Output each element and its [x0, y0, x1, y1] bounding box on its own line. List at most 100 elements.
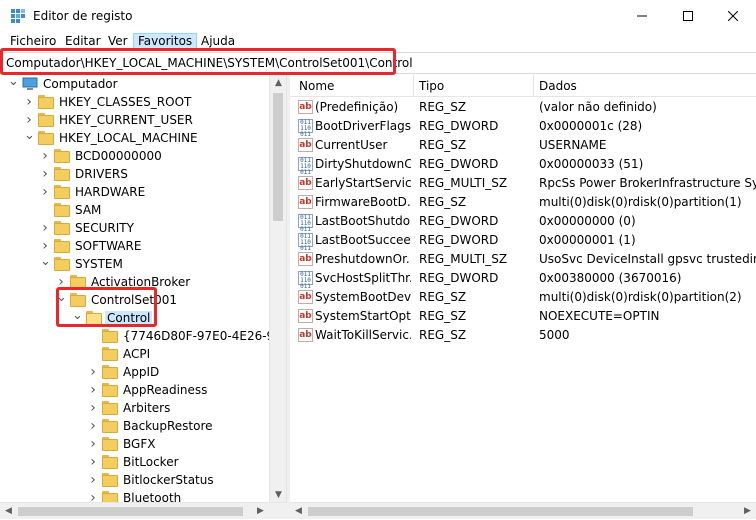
- scroll-right-icon[interactable]: ▶: [739, 503, 756, 520]
- string-value-icon: ab: [298, 252, 313, 266]
- value-data: 0x0000001c (28): [539, 119, 643, 133]
- value-row[interactable]: ab (Predefinição) REG_SZ (valor não definid…: [290, 98, 756, 117]
- scroll-thumb[interactable]: [18, 507, 243, 516]
- value-row[interactable]: ab PreshutdownOr... REG_MULTI_SZ UsoSvc Dev…: [290, 250, 756, 269]
- value-row[interactable]: 011110011DirtyShutdownC... REG_DWORD 0x000…: [290, 155, 756, 176]
- tree-item-label: Arbiters: [123, 401, 171, 415]
- value-row[interactable]: abEarlyStartServices REG_MULTI_SZ RpcSs Po…: [290, 174, 756, 193]
- scroll-thumb[interactable]: [273, 93, 283, 221]
- tree-item[interactable]: › BackupRestore: [0, 417, 270, 435]
- expand-chevron-icon[interactable]: ›: [88, 383, 98, 397]
- tree-item[interactable]: SAM: [0, 201, 270, 219]
- collapse-chevron-icon[interactable]: ⌄: [8, 75, 19, 90]
- value-row[interactable]: 011 110 011 LastBootShutdo... REG_DWORD 0x000…: [290, 212, 756, 233]
- expand-chevron-icon[interactable]: ›: [88, 437, 98, 451]
- tree-item[interactable]: ⌄ Computador: [0, 75, 270, 93]
- tree-item[interactable]: › SECURITY: [0, 219, 270, 237]
- maximize-button[interactable]: [665, 0, 711, 32]
- tree-item-label: SAM: [75, 203, 102, 217]
- value-type: REG_SZ: [419, 100, 467, 114]
- value-row[interactable]: ab FirmwareBootD... REG_SZ multi(0)disk(0)r…: [290, 193, 756, 212]
- tree-item-label: BCD00000000: [75, 149, 162, 163]
- expand-chevron-icon[interactable]: ›: [40, 167, 50, 181]
- column-header-data[interactable]: Dados: [539, 79, 577, 93]
- tree-item[interactable]: › BCD00000000: [0, 147, 270, 165]
- tree-vertical-scrollbar[interactable]: ▲ ▼: [269, 75, 286, 504]
- value-row[interactable]: abSystemStartOpti... REG_SZ NOEXECUTE=OPT…: [290, 307, 756, 326]
- folder-icon: [102, 455, 118, 469]
- value-row[interactable]: 011 110 011 SvcHostSplitThr... REG_DWORD 0x00…: [290, 269, 756, 290]
- tree-item[interactable]: › AppID: [0, 363, 270, 381]
- column-header-name[interactable]: Nome: [299, 79, 334, 93]
- value-type: REG_MULTI_SZ: [419, 176, 508, 190]
- folder-icon: [38, 95, 54, 109]
- tree-item[interactable]: › DRIVERS: [0, 165, 270, 183]
- tree-item-label: ACPI: [123, 347, 151, 361]
- tree-item[interactable]: › AppReadiness: [0, 381, 270, 399]
- tree-item[interactable]: › HARDWARE: [0, 183, 270, 201]
- value-row[interactable]: abSystemBootDevi... REG_SZ multi(0)disk(0)…: [290, 288, 756, 307]
- value-name: PreshutdownOr...: [315, 252, 411, 266]
- tree-item[interactable]: › BGFX: [0, 435, 270, 453]
- folder-icon: [102, 401, 118, 415]
- folder-icon: [102, 365, 118, 379]
- expand-chevron-icon[interactable]: ›: [88, 419, 98, 433]
- expand-chevron-icon[interactable]: ›: [88, 455, 98, 469]
- scroll-right-icon[interactable]: ▶: [252, 503, 269, 520]
- computer-icon: [22, 77, 38, 91]
- expand-chevron-icon[interactable]: ›: [40, 185, 50, 199]
- value-row[interactable]: 011 110 011 BootDriverFlags REG_DWORD 0x00000…: [290, 117, 756, 138]
- expand-chevron-icon[interactable]: ›: [40, 149, 50, 163]
- value-row[interactable]: ab CurrentUser REG_SZ USERNAME: [290, 136, 756, 155]
- value-name: SystemStartOpti...: [315, 309, 411, 323]
- tree-item[interactable]: › BitlockerStatus: [0, 471, 270, 489]
- expand-chevron-icon[interactable]: ›: [88, 401, 98, 415]
- scroll-left-icon[interactable]: ◀: [290, 503, 307, 520]
- folder-icon: [54, 167, 70, 181]
- tree-item[interactable]: {7746D80F-97E0-4E26-9543-: [0, 327, 286, 345]
- scroll-thumb[interactable]: [308, 507, 693, 516]
- value-name: SystemBootDevi...: [315, 290, 411, 304]
- value-row[interactable]: ab WaitToKillServic... REG_SZ 5000: [290, 326, 756, 345]
- tree-item[interactable]: › HKEY_CLASSES_ROOT: [0, 93, 270, 111]
- tree-item-label: Computador: [43, 77, 118, 91]
- collapse-chevron-icon[interactable]: ⌄: [40, 255, 51, 270]
- tree-item[interactable]: ⌄ HKEY_LOCAL_MACHINE: [0, 129, 270, 147]
- expand-chevron-icon[interactable]: ›: [24, 95, 34, 109]
- value-data: 5000: [539, 328, 570, 342]
- value-data: RpcSs Power BrokerInfrastructure SystemE: [539, 176, 756, 190]
- expand-chevron-icon[interactable]: ›: [24, 113, 34, 127]
- expand-chevron-icon[interactable]: ›: [40, 239, 50, 253]
- string-value-icon: ab: [298, 176, 313, 190]
- list-horizontal-scrollbar[interactable]: ◀ ▶: [290, 502, 756, 519]
- collapse-chevron-icon[interactable]: ⌄: [24, 129, 35, 144]
- binary-value-icon: 011 110 011: [298, 271, 313, 290]
- folder-icon: [54, 257, 70, 271]
- minimize-button[interactable]: [619, 0, 665, 32]
- tree-item[interactable]: › SOFTWARE: [0, 237, 270, 255]
- tree-highlight-box: [56, 287, 157, 327]
- value-name: WaitToKillServic...: [315, 328, 411, 342]
- tree-item[interactable]: › BitLocker: [0, 453, 270, 471]
- value-type: REG_SZ: [419, 195, 467, 209]
- value-data: 0x00000000 (0): [539, 214, 636, 228]
- window-title: Editor de registo: [33, 9, 133, 23]
- column-header-type[interactable]: Tipo: [419, 79, 444, 93]
- scroll-left-icon[interactable]: ◀: [0, 503, 17, 520]
- tree-item[interactable]: ACPI: [0, 345, 270, 363]
- value-name: SvcHostSplitThr...: [315, 271, 411, 285]
- expand-chevron-icon[interactable]: ›: [40, 221, 50, 235]
- folder-icon: [102, 473, 118, 487]
- value-name: FirmwareBootD...: [315, 195, 411, 209]
- tree-horizontal-scrollbar[interactable]: ◀ ▶: [0, 502, 287, 519]
- value-row[interactable]: 011110011LastBootSuccee... REG_DWORD 0x000…: [290, 231, 756, 252]
- expand-chevron-icon[interactable]: ›: [88, 365, 98, 379]
- tree-item[interactable]: › Arbiters: [0, 399, 270, 417]
- value-name: BootDriverFlags: [315, 119, 411, 133]
- tree-item[interactable]: › HKEY_CURRENT_USER: [0, 111, 270, 129]
- tree-item[interactable]: ⌄ SYSTEM: [0, 255, 270, 273]
- close-button[interactable]: [710, 0, 756, 32]
- scroll-up-icon[interactable]: ▲: [270, 75, 287, 92]
- expand-chevron-icon[interactable]: ›: [88, 473, 98, 487]
- string-value-icon: ab: [298, 328, 313, 342]
